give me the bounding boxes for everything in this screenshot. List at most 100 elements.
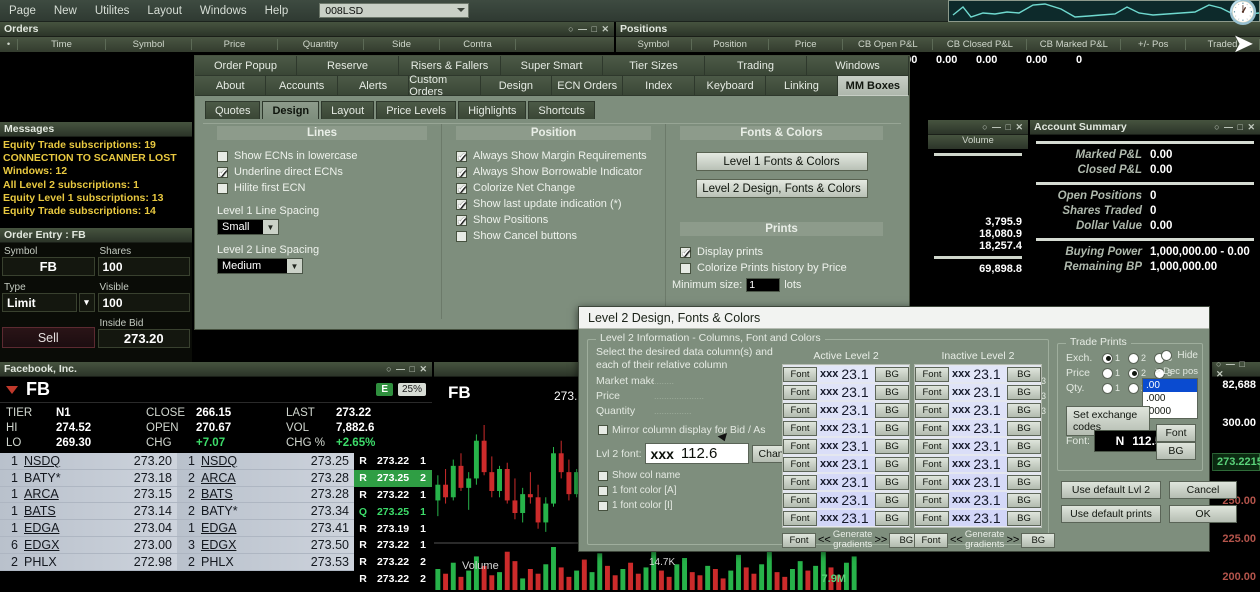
trade-font-button[interactable]: Font xyxy=(1156,424,1196,442)
ok-button[interactable]: OK xyxy=(1169,505,1237,523)
font-button[interactable]: Font xyxy=(915,366,949,382)
settings-subtab-highlights[interactable]: Highlights xyxy=(458,101,527,119)
position-checkbox[interactable]: Show Positions xyxy=(442,212,665,229)
volume-window-controls[interactable]: ○ — □ ✕ xyxy=(982,122,1024,133)
menu-item-windows[interactable]: Windows xyxy=(191,5,256,17)
bid-side-column[interactable]: 1 NSDQ 273.20 1 BATY* 273.18 1 ARCA 273.15 1 BATS 2… xyxy=(0,453,177,571)
l2-spacing-select[interactable]: Medium ▼ xyxy=(217,258,303,274)
fb-window-controls[interactable]: ○ — □ ✕ xyxy=(386,364,428,375)
lines-checkbox[interactable]: Hilite first ECN xyxy=(203,180,441,196)
settings-tab-order-popup[interactable]: Order Popup xyxy=(195,56,297,76)
bg-button[interactable]: BG xyxy=(1007,402,1041,418)
bg-button[interactable]: BG xyxy=(875,456,909,472)
level2-row[interactable]: 6 EDGX 273.00 xyxy=(0,537,177,554)
bg-button[interactable]: BG xyxy=(1007,366,1041,382)
level2-row[interactable]: 2 PHLX 272.98 xyxy=(0,554,177,571)
send-paper-plane-icon[interactable]: ➤ xyxy=(1232,28,1254,59)
settings-tab-tier-sizes[interactable]: Tier Sizes xyxy=(603,56,705,76)
price-strip-window-controls[interactable]: ○ — □ ✕ xyxy=(1216,359,1256,380)
settings-tab-ecn-orders[interactable]: ECN Orders xyxy=(552,76,624,96)
settings-tab-reserve[interactable]: Reserve xyxy=(297,56,399,76)
use-default-prints-button[interactable]: Use default prints xyxy=(1061,505,1161,523)
bg-button[interactable]: BG xyxy=(875,438,909,454)
orders-window-controls[interactable]: ○ — □ ✕ xyxy=(568,24,610,35)
mirror-checkbox[interactable] xyxy=(598,425,608,435)
settings-tab-windows[interactable]: Windows xyxy=(807,56,909,76)
menu-item-help[interactable]: Help xyxy=(256,5,298,17)
gradient-left-arrow[interactable]: << xyxy=(818,534,831,546)
font-button[interactable]: Font xyxy=(783,420,817,436)
settings-tab-index[interactable]: Index xyxy=(623,76,695,96)
settings-subtab-shortcuts[interactable]: Shortcuts xyxy=(528,101,595,119)
prints-checkbox[interactable]: Colorize Prints history by Price xyxy=(666,260,897,276)
level2-row[interactable]: 1 EDGA 273.04 xyxy=(0,520,177,537)
checkbox[interactable] xyxy=(456,197,467,213)
level2-row[interactable]: 1 ARCA 273.15 xyxy=(0,487,177,504)
cancel-button[interactable]: Cancel xyxy=(1169,481,1237,499)
checkbox[interactable] xyxy=(598,470,608,481)
font-button[interactable]: Font xyxy=(783,366,817,382)
settings-tab-super-smart[interactable]: Super Smart xyxy=(501,56,603,76)
trade-radio-2[interactable] xyxy=(1128,382,1140,394)
checkbox[interactable] xyxy=(217,165,228,181)
level2-row[interactable]: 3 EDGX 273.50 xyxy=(177,537,354,554)
settings-subtab-design[interactable]: Design xyxy=(262,101,320,119)
account-window-controls[interactable]: ○ — □ ✕ xyxy=(1214,122,1256,133)
level2-row[interactable]: 2 ARCA 273.28 xyxy=(177,470,354,487)
menu-item-new[interactable]: New xyxy=(45,5,86,17)
gradient-right-arrow[interactable]: >> xyxy=(1006,534,1019,546)
font-button[interactable]: Font xyxy=(783,438,817,454)
menu-item-page[interactable]: Page xyxy=(0,5,45,17)
font-button[interactable]: Font xyxy=(915,438,949,454)
gradient-font-button[interactable]: Font xyxy=(914,532,948,548)
visible-input[interactable]: 100 xyxy=(97,293,190,312)
bg-button[interactable]: BG xyxy=(1007,492,1041,508)
position-checkbox[interactable]: Always Show Borrowable Indicator xyxy=(442,164,665,181)
bg-button[interactable]: BG xyxy=(875,510,909,526)
menu-item-layout[interactable]: Layout xyxy=(138,5,191,17)
bg-button[interactable]: BG xyxy=(1007,438,1041,454)
settings-tab-keyboard[interactable]: Keyboard xyxy=(694,76,767,96)
position-checkbox[interactable]: Show Cancel buttons xyxy=(442,228,665,244)
checkbox[interactable] xyxy=(217,150,228,162)
font-button[interactable]: Font xyxy=(783,510,817,526)
bg-button[interactable]: BG xyxy=(875,492,909,508)
l1-spacing-select[interactable]: Small ▼ xyxy=(217,219,279,235)
level2-row[interactable]: 2 BATY* 273.34 xyxy=(177,503,354,521)
font-button[interactable]: Font xyxy=(783,492,817,508)
decimal-option[interactable]: .0000 xyxy=(1143,405,1197,418)
settings-tab-alerts[interactable]: Alerts xyxy=(337,76,410,96)
menu-item-utilities[interactable]: Utilites xyxy=(86,5,139,17)
settings-tab-about[interactable]: About xyxy=(195,76,267,96)
checkbox[interactable] xyxy=(217,182,228,194)
checkbox[interactable] xyxy=(456,181,467,197)
trade-radio-1[interactable] xyxy=(1102,382,1113,394)
lines-checkbox[interactable]: Underline direct ECNs xyxy=(203,164,441,181)
checkbox[interactable] xyxy=(456,230,467,242)
font-button[interactable]: Font xyxy=(915,420,949,436)
font-button[interactable]: Font xyxy=(915,456,949,472)
checkbox[interactable] xyxy=(680,245,691,261)
gradient-left-arrow[interactable]: << xyxy=(950,534,963,546)
font-button[interactable]: Font xyxy=(783,402,817,418)
use-default-lvl2-button[interactable]: Use default Lvl 2 xyxy=(1061,481,1161,499)
checkbox[interactable] xyxy=(598,500,608,511)
decimal-option[interactable]: .00 xyxy=(1143,379,1197,392)
font-button[interactable]: Font xyxy=(915,384,949,400)
font-button[interactable]: Font xyxy=(915,510,949,526)
gradient-bg-button[interactable]: BG xyxy=(1021,532,1056,548)
level2-row[interactable]: 1 BATY* 273.18 xyxy=(0,470,177,487)
bg-button[interactable]: BG xyxy=(1007,384,1041,400)
trade-radio-2[interactable] xyxy=(1128,352,1140,364)
level2-design-fonts-colors-button[interactable]: Level 2 Design, Fonts & Colors xyxy=(695,179,868,198)
order-type-dropdown-arrow[interactable]: ▾ xyxy=(78,293,95,312)
level1-fonts-colors-button[interactable]: Level 1 Fonts & Colors xyxy=(695,152,868,171)
position-checkbox[interactable]: Colorize Net Change xyxy=(442,180,665,197)
bg-button[interactable]: BG xyxy=(1007,420,1041,436)
trade-bg-button[interactable]: BG xyxy=(1156,442,1196,460)
settings-subtab-layout[interactable]: Layout xyxy=(321,101,375,119)
settings-subtab-quotes[interactable]: Quotes xyxy=(205,101,261,119)
clock-icon[interactable]: 🕐 xyxy=(1228,0,1258,27)
settings-subtab-price-levels[interactable]: Price Levels xyxy=(376,101,457,119)
checkbox[interactable] xyxy=(456,149,467,165)
